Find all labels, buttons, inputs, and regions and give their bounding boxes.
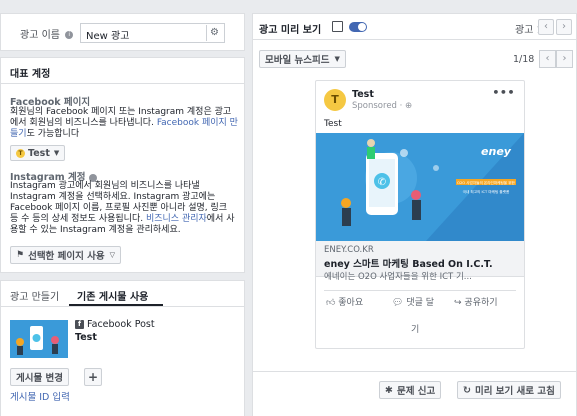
gear-icon[interactable]: ⚙: [206, 25, 222, 41]
post-source-panel: 광고 만들기 기존 게시물 사용 f Facebook Post Test 게시…: [0, 280, 245, 416]
ad-name-label: 광고 이름 i: [20, 26, 74, 41]
page-avatar: T: [324, 89, 346, 111]
comment-label: 댓글 달: [406, 298, 435, 308]
add-button[interactable]: +: [84, 368, 102, 386]
chevron-down-icon: ▽: [109, 251, 116, 259]
bug-icon: ✱: [385, 384, 393, 396]
next-placement-button[interactable]: ›: [556, 50, 573, 68]
image-caption-1: O2O 사업자들의 온라인마케팅을 위한: [457, 180, 515, 185]
prev-ad-button[interactable]: ‹: [538, 19, 554, 35]
use-selected-page-button[interactable]: ⚑ 선택한 페이지 사용 ▽: [10, 246, 122, 264]
tab-use-existing-post[interactable]: 기존 게시물 사용: [77, 288, 148, 303]
post-type: f Facebook Post: [75, 319, 155, 330]
facebook-icon: f: [75, 320, 84, 329]
image-caption-2: 국내 최고의 ICT 마케팅 플랫폼: [463, 189, 510, 194]
chevron-down-icon: ▼: [53, 149, 60, 157]
like-label: 좋아요: [338, 298, 364, 308]
flag-icon: ⚑: [16, 250, 25, 260]
report-problem-label: 문제 신고: [396, 386, 436, 397]
link-description: 에네이는 O2O 사업자들을 위한 ICT 기...: [324, 272, 472, 282]
refresh-preview-label: 미리 보기 새로 고침: [474, 386, 555, 397]
page-selector[interactable]: T Test ▼: [10, 145, 66, 161]
active-tab-underline: [69, 304, 163, 306]
ad-name-input[interactable]: New 광고: [80, 23, 225, 43]
business-manager-link[interactable]: 비즈니스 관리자: [146, 214, 207, 224]
preview-topbar: 광고 미리 보기 광고 1/1 ‹ ›: [253, 14, 576, 40]
report-problem-button[interactable]: ✱ 문제 신고: [379, 381, 442, 399]
thumbs-up-icon: 👍︎: [326, 298, 336, 308]
toggle-knob: [358, 23, 366, 31]
facebook-link-suffix: 도 가능합니다: [26, 129, 80, 139]
share-label: 공유하기: [464, 298, 498, 308]
page-selector-label: Test: [28, 147, 50, 159]
image-brand-text: eney: [481, 145, 512, 158]
page-name[interactable]: Test: [352, 89, 374, 100]
link-headline: eney 스마트 마케팅 Based On I.C.T.: [324, 259, 493, 270]
sponsored-label: Sponsored · ⊕: [352, 101, 413, 111]
share-action[interactable]: ↪ 공유하기: [454, 295, 498, 308]
primary-text: Test: [324, 119, 342, 129]
placement-dropdown[interactable]: 모바일 뉴스피드 ▼: [259, 50, 346, 68]
instagram-desc: Instagram 광고에서 회원님의 비즈니스를 나타낼 Instagram …: [10, 181, 238, 236]
post-text: Test: [75, 332, 97, 343]
preview-footer: ✱ 문제 신고 ↻ 미리 보기 새로 고침: [253, 371, 576, 416]
identity-panel: 대표 계정 Facebook 페이지 회원님의 Facebook 페이지 또는 …: [0, 57, 245, 273]
like-action[interactable]: 👍︎ 좋아요: [326, 295, 363, 308]
ad-image[interactable]: ✆ eney O2O 사업자들의 온라인마케팅을 위한 국내 최고의 ICT 마…: [316, 133, 524, 241]
preview-toggle[interactable]: [349, 22, 367, 32]
next-ad-button[interactable]: ›: [556, 19, 572, 35]
svg-text:✆: ✆: [378, 177, 386, 188]
page-avatar: T: [16, 148, 25, 158]
divider: [324, 290, 516, 291]
facebook-page-title: Facebook 페이지: [10, 97, 91, 108]
ad-card: T Test Sponsored · ⊕ ••• Test ✆ eney O2O…: [315, 80, 525, 349]
change-post-button[interactable]: 게시물 변경: [10, 368, 70, 386]
identity-header: 대표 계정: [1, 58, 244, 84]
prev-placement-button[interactable]: ‹: [539, 50, 556, 68]
enter-post-id-link[interactable]: 게시물 ID 입력: [10, 389, 70, 403]
info-icon[interactable]: i: [65, 31, 74, 39]
action-wrap-text: 기: [411, 325, 420, 335]
link-caption[interactable]: ENEY.CO.KR eney 스마트 마케팅 Based On I.C.T. …: [316, 241, 524, 282]
chevron-down-icon: ▼: [334, 55, 340, 63]
ad-preview-panel: 광고 미리 보기 광고 1/1 ‹ › 모바일 뉴스피드 ▼ 1/18 ‹ › …: [252, 13, 577, 416]
placement-page-count: 1/18: [513, 54, 535, 65]
ad-name-label-text: 광고 이름: [20, 30, 60, 41]
link-domain: ENEY.CO.KR: [324, 245, 374, 255]
tab-create-ad[interactable]: 광고 만들기: [10, 288, 59, 303]
external-link-icon[interactable]: [332, 21, 343, 32]
more-options-icon[interactable]: •••: [492, 86, 515, 99]
placement-label: 모바일 뉴스피드: [265, 55, 330, 66]
placement-row: 모바일 뉴스피드 ▼: [259, 50, 346, 68]
post-thumbnail: [10, 320, 68, 358]
comment-action[interactable]: 💬︎ 댓글 달: [392, 295, 434, 308]
share-icon: ↪: [454, 298, 462, 308]
refresh-icon: ↻: [463, 384, 471, 396]
post-type-label: Facebook Post: [87, 319, 155, 330]
use-selected-page-label: 선택한 페이지 사용: [28, 251, 105, 262]
action-bar: 👍︎ 좋아요 💬︎ 댓글 달 ↪ 공유하기: [316, 295, 524, 315]
refresh-preview-button[interactable]: ↻ 미리 보기 새로 고침: [457, 381, 561, 399]
facebook-page-desc: 회원님의 Facebook 페이지 또는 Instagram 계정은 광고에서 …: [10, 107, 238, 140]
ad-name-panel: 광고 이름 i New 광고 ⚙: [0, 13, 245, 51]
comment-icon: 💬︎: [392, 298, 404, 308]
preview-title: 광고 미리 보기: [259, 25, 322, 36]
tab-bar: 광고 만들기 기존 게시물 사용: [1, 281, 244, 307]
